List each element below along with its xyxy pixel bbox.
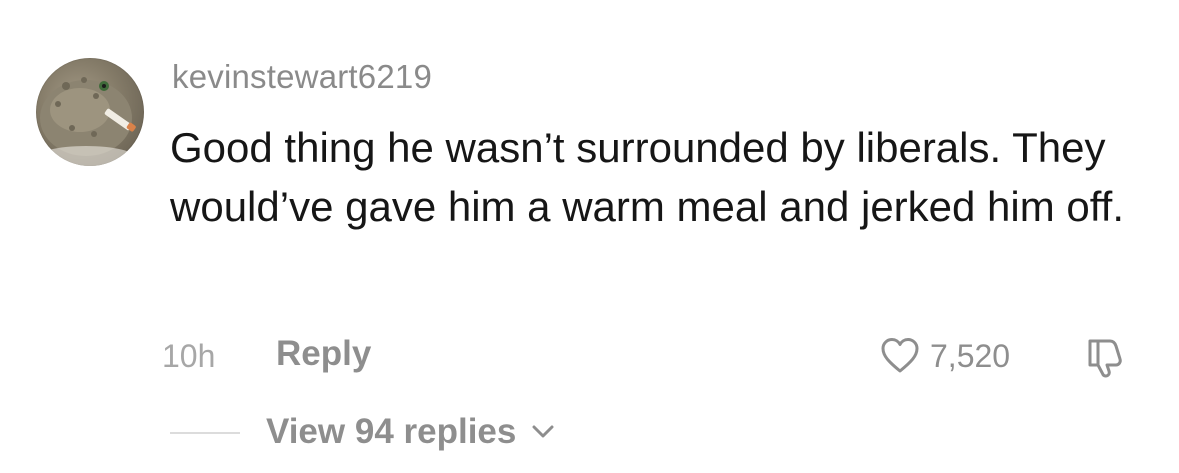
reply-button[interactable]: Reply <box>276 334 371 374</box>
comment-timestamp: 10h <box>162 338 216 374</box>
avatar[interactable] <box>36 58 144 166</box>
heart-outline-icon <box>881 338 919 373</box>
comment-item: kevinstewart6219 Good thing he wasn’t su… <box>0 0 1179 473</box>
view-replies-label: View 94 replies <box>266 412 517 451</box>
dislike-button[interactable] <box>1084 335 1128 379</box>
thumbs-down-icon <box>1088 339 1122 378</box>
view-replies-button[interactable]: View 94 replies <box>266 412 554 452</box>
pufferfish-avatar-icon <box>36 77 136 166</box>
chevron-down-icon <box>532 425 554 438</box>
username[interactable]: kevinstewart6219 <box>172 58 432 96</box>
replies-divider <box>170 432 240 434</box>
like-count: 7,520 <box>930 338 1011 374</box>
comment-text: Good thing he wasn’t surrounded by liber… <box>170 124 1125 230</box>
like-button[interactable] <box>880 336 920 376</box>
